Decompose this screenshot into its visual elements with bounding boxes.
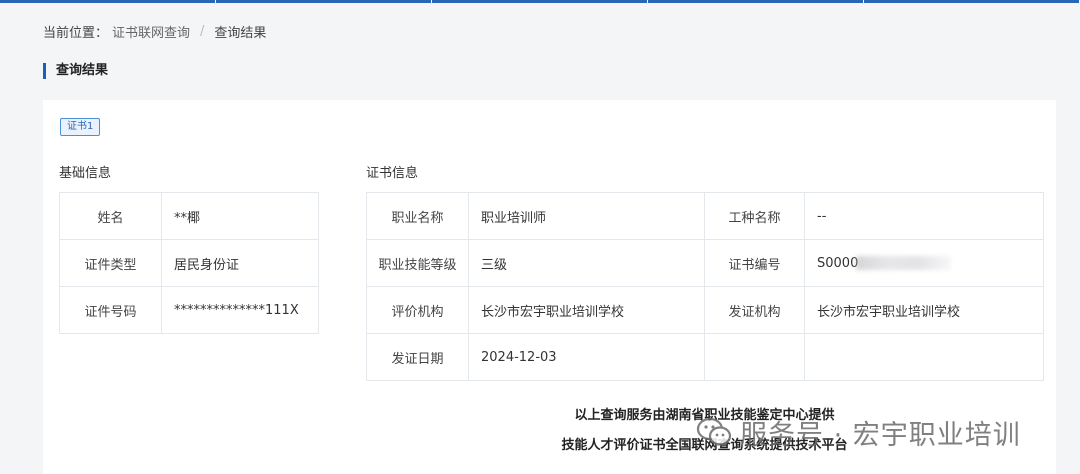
cert-number-label: 证书编号 — [704, 239, 805, 287]
redaction-blur — [856, 256, 952, 270]
issuer-label: 发证机构 — [704, 286, 805, 334]
wechat-icon — [696, 417, 732, 446]
breadcrumb-separator: / — [200, 23, 205, 39]
breadcrumb-current: 查询结果 — [214, 25, 267, 41]
table-row: 证件号码 **************111X — [59, 286, 319, 334]
cert-tab[interactable]: 证书1 — [60, 118, 101, 136]
skill-level-label: 职业技能等级 — [366, 239, 469, 287]
table-row: 发证日期 2024-12-03 — [366, 333, 1044, 381]
page-title: 查询结果 — [43, 63, 108, 79]
cert-info-title: 证书信息 — [366, 166, 419, 181]
occupation-value: 职业培训师 — [468, 192, 705, 240]
basic-info-title: 基础信息 — [59, 166, 112, 181]
eval-org-label: 评价机构 — [366, 286, 469, 334]
watermark-text: 服务号 · 宏宇职业培训 — [740, 419, 1021, 451]
breadcrumb: 当前位置： 证书联网查询 / 查询结果 — [43, 22, 267, 41]
table-row: 评价机构 长沙市宏宇职业培训学校 发证机构 长沙市宏宇职业培训学校 — [366, 286, 1044, 334]
cert-info-table: 职业名称 职业培训师 工种名称 -- 职业技能等级 三级 证书编号 S0000 … — [366, 192, 1044, 381]
breadcrumb-prefix: 当前位置： — [43, 25, 109, 41]
id-type-value: 居民身份证 — [161, 239, 319, 287]
top-nav-bar — [0, 0, 1080, 3]
watermark: 服务号 · 宏宇职业培训 — [696, 412, 1021, 452]
basic-info-table: 姓名 **椰 证件类型 居民身份证 证件号码 **************111… — [59, 192, 319, 334]
issuer-value: 长沙市宏宇职业培训学校 — [804, 286, 1044, 334]
table-row: 职业名称 职业培训师 工种名称 -- — [366, 192, 1044, 240]
occupation-label: 职业名称 — [366, 192, 469, 240]
table-row: 职业技能等级 三级 证书编号 S0000 — [366, 239, 1044, 287]
cert-number-value: S0000 — [817, 255, 859, 271]
skill-level-value: 三级 — [468, 239, 705, 287]
table-row: 姓名 **椰 — [59, 192, 319, 240]
cert-number-cell: S0000 — [804, 239, 1044, 287]
id-type-label: 证件类型 — [59, 239, 162, 287]
eval-org-value: 长沙市宏宇职业培训学校 — [468, 286, 705, 334]
name-label: 姓名 — [59, 192, 162, 240]
empty-cell — [704, 333, 805, 381]
breadcrumb-link-cert-query[interactable]: 证书联网查询 — [112, 22, 190, 41]
job-type-value: -- — [804, 192, 1044, 240]
issue-date-label: 发证日期 — [366, 333, 469, 381]
name-value: **椰 — [161, 192, 319, 240]
job-type-label: 工种名称 — [704, 192, 805, 240]
id-number-label: 证件号码 — [59, 286, 162, 334]
table-row: 证件类型 居民身份证 — [59, 239, 319, 287]
issue-date-value: 2024-12-03 — [468, 333, 705, 381]
empty-cell — [804, 333, 1044, 381]
id-number-value: **************111X — [161, 286, 319, 334]
